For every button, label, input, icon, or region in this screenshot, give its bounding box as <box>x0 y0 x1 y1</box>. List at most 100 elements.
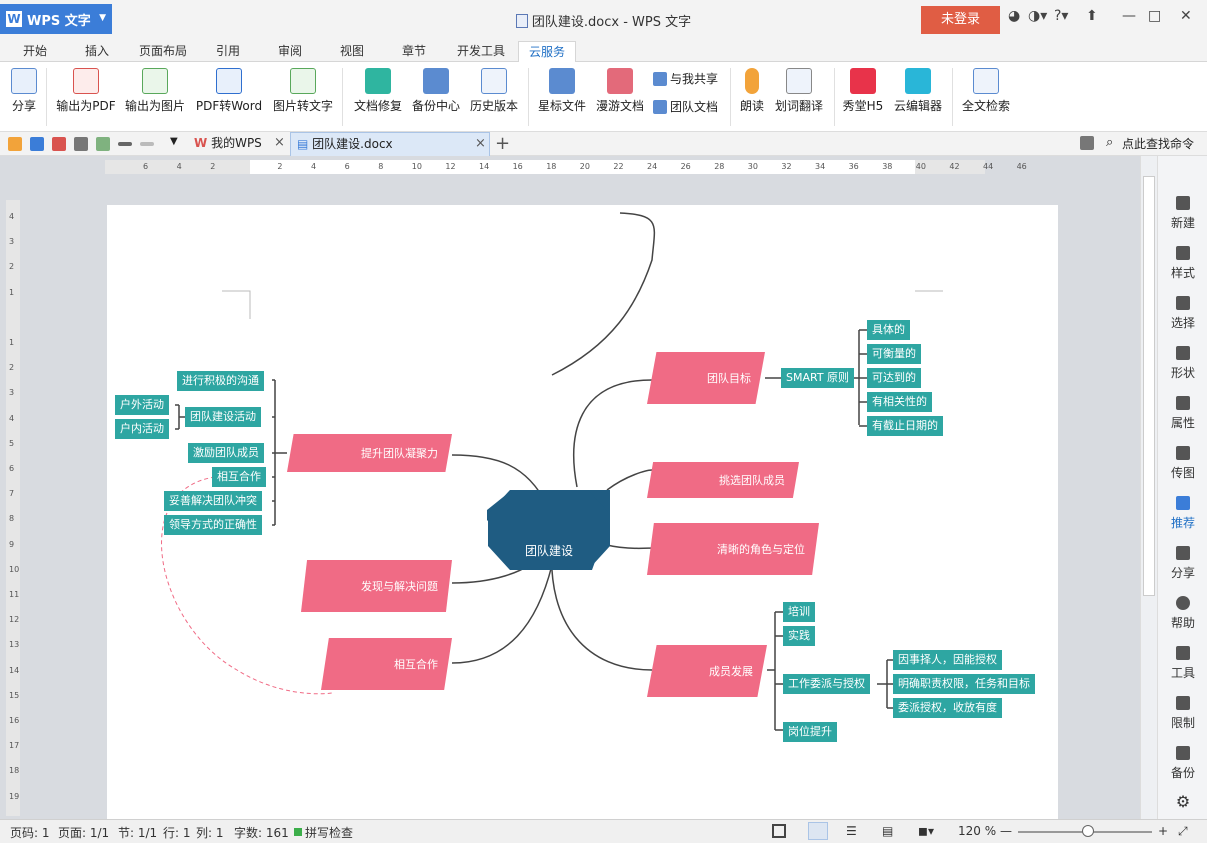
read-aloud-button[interactable]: 朗读 <box>736 68 768 114</box>
node-achievable[interactable]: 可达到的 <box>867 368 921 388</box>
node-delegate-2[interactable]: 明确职责权限，任务和目标 <box>893 674 1035 694</box>
page-view-icon[interactable] <box>808 822 828 840</box>
node-indoor[interactable]: 户内活动 <box>115 419 169 439</box>
node-delegate-1[interactable]: 因事择人，因能授权 <box>893 650 1002 670</box>
sidebar-restrict[interactable]: 限制 <box>1158 696 1207 731</box>
chevron-down-icon[interactable]: ▼ <box>170 136 178 147</box>
sidebar-property[interactable]: 属性 <box>1158 396 1207 431</box>
tab-layout[interactable]: 页面布局 <box>132 41 194 62</box>
backup-center-button[interactable]: 备份中心 <box>410 68 462 114</box>
close-icon[interactable]: ✕ <box>1180 8 1192 24</box>
sidebar-help[interactable]: 帮助 <box>1158 596 1207 631</box>
new-tab-icon[interactable]: + <box>495 133 510 154</box>
export-pdf-icon[interactable] <box>52 137 66 151</box>
redo-icon[interactable] <box>140 142 154 146</box>
node-relevant[interactable]: 有相关性的 <box>867 392 932 412</box>
sidebar-share[interactable]: 分享 <box>1158 546 1207 581</box>
login-button[interactable]: 未登录 <box>921 6 1000 34</box>
team-docs-button[interactable]: 团队文档 <box>653 98 718 115</box>
status-spellcheck[interactable]: 拼写检查 <box>305 824 353 841</box>
star-files-button[interactable]: 星标文件 <box>536 68 588 114</box>
node-activity[interactable]: 团队建设活动 <box>185 407 261 427</box>
node-select-members[interactable]: 挑选团队成员 <box>647 462 799 498</box>
tab-view[interactable]: 视图 <box>330 41 374 62</box>
node-role[interactable]: 清晰的角色与定位 <box>647 523 819 575</box>
sidebar-backup[interactable]: 备份 <box>1158 746 1207 781</box>
sidebar-upload-image[interactable]: 传图 <box>1158 446 1207 481</box>
zoom-level[interactable]: 120 % <box>958 824 996 838</box>
node-cooperate-item[interactable]: 相互合作 <box>212 467 266 487</box>
node-deadline[interactable]: 有截止日期的 <box>867 416 943 436</box>
skin-icon[interactable]: ◕ <box>1008 8 1020 24</box>
node-outdoor[interactable]: 户外活动 <box>115 395 169 415</box>
web-view-icon[interactable]: ▤ <box>882 824 893 838</box>
fit-window-icon[interactable]: ⤢ <box>1178 824 1188 839</box>
node-delegate-3[interactable]: 委派授权，收放有度 <box>893 698 1002 718</box>
fullscreen-icon[interactable] <box>772 824 786 838</box>
outline-view-icon[interactable]: ☰ <box>846 824 857 838</box>
horizontal-ruler[interactable]: 6 4 2 2 4 6 8 10 12 14 16 18 20 22 24 26 28 30 32 34 36 38 40 4… <box>105 160 1027 174</box>
node-delegate[interactable]: 工作委派与授权 <box>783 674 870 694</box>
tab-developer[interactable]: 开发工具 <box>452 41 510 62</box>
sidebar-tools[interactable]: 工具 <box>1158 646 1207 681</box>
node-practice[interactable]: 实践 <box>783 626 815 646</box>
eye-protect-icon[interactable]: ◼▾ <box>918 824 934 838</box>
image-to-text-button[interactable]: 图片转文字 <box>272 68 334 114</box>
xiutang-h5-button[interactable]: 秀堂H5 <box>840 68 886 114</box>
node-conflict[interactable]: 妥善解决团队冲突 <box>164 491 262 511</box>
scroll-thumb[interactable] <box>1143 176 1155 596</box>
node-specific[interactable]: 具体的 <box>867 320 910 340</box>
command-search[interactable]: 点此查找命令 <box>1122 135 1194 152</box>
export-image-button[interactable]: 输出为图片 <box>124 68 186 114</box>
filter-icon[interactable] <box>1080 136 1094 150</box>
sidebar-recommend[interactable]: 推荐 <box>1158 496 1207 531</box>
undo-icon[interactable] <box>118 142 132 146</box>
sidebar-new[interactable]: 新建 <box>1158 196 1207 231</box>
cloud-editor-button[interactable]: 云编辑器 <box>892 68 944 114</box>
shared-with-me-button[interactable]: 与我共享 <box>653 70 718 87</box>
settings-icon[interactable]: ⚙ <box>1158 792 1207 811</box>
sidebar-style[interactable]: 样式 <box>1158 246 1207 281</box>
save-icon[interactable] <box>30 137 44 151</box>
node-coop[interactable]: 相互合作 <box>321 638 452 690</box>
tab-my-wps[interactable]: W 我的WPS × <box>188 132 290 156</box>
roaming-docs-button[interactable]: 漫游文档 <box>594 68 646 114</box>
print-icon[interactable] <box>74 137 88 151</box>
vertical-scrollbar[interactable] <box>1140 156 1157 819</box>
maximize-icon[interactable]: □ <box>1148 8 1161 24</box>
sidebar-select[interactable]: 选择 <box>1158 296 1207 331</box>
history-button[interactable]: 历史版本 <box>468 68 520 114</box>
print-preview-icon[interactable] <box>96 137 110 151</box>
close-tab-icon[interactable]: × <box>475 133 486 155</box>
zoom-slider-handle[interactable] <box>1082 825 1094 837</box>
node-smart[interactable]: SMART 原则 <box>781 368 855 388</box>
node-cohesion[interactable]: 提升团队凝聚力 <box>287 434 452 472</box>
minimize-icon[interactable]: — <box>1122 8 1136 24</box>
center-node[interactable]: 团队建设 <box>488 490 610 570</box>
doc-repair-button[interactable]: 文档修复 <box>352 68 404 114</box>
translate-button[interactable]: 划词翻译 <box>772 68 826 114</box>
help-icon[interactable]: ?▾ <box>1054 8 1068 24</box>
close-tab-icon[interactable]: × <box>274 132 285 154</box>
restore-top-icon[interactable]: ⬆ <box>1086 8 1098 24</box>
full-text-search-button[interactable]: 全文检索 <box>958 68 1014 114</box>
zoom-in-icon[interactable]: + <box>1158 824 1168 838</box>
pdf-to-word-button[interactable]: PDF转Word <box>194 68 264 114</box>
feedback-icon[interactable]: ◑▾ <box>1028 8 1047 24</box>
node-solve[interactable]: 发现与解决问题 <box>301 560 452 612</box>
sidebar-shape[interactable]: 形状 <box>1158 346 1207 381</box>
vertical-ruler[interactable]: 4 3 2 1 1 2 3 4 5 6 7 8 9 10 11 12 13 14 15 16 17 18 19 <box>6 200 20 816</box>
node-promotion[interactable]: 岗位提升 <box>783 722 837 742</box>
node-leadership[interactable]: 领导方式的正确性 <box>164 515 262 535</box>
share-button[interactable]: 分享 <box>8 68 40 114</box>
tab-start[interactable]: 开始 <box>10 41 60 62</box>
document-page[interactable]: 团队建设 团队目标 SMART 原则 具体的 可衡量的 可达到的 有相关性的 有… <box>107 205 1058 819</box>
tab-reference[interactable]: 引用 <box>206 41 250 62</box>
export-pdf-button[interactable]: 输出为PDF <box>56 68 116 114</box>
tab-insert[interactable]: 插入 <box>72 41 122 62</box>
node-training[interactable]: 培训 <box>783 602 815 622</box>
node-develop[interactable]: 成员发展 <box>647 645 767 697</box>
zoom-out-icon[interactable]: — <box>1000 824 1012 838</box>
tab-review[interactable]: 审阅 <box>268 41 312 62</box>
node-communicate[interactable]: 进行积极的沟通 <box>177 371 264 391</box>
